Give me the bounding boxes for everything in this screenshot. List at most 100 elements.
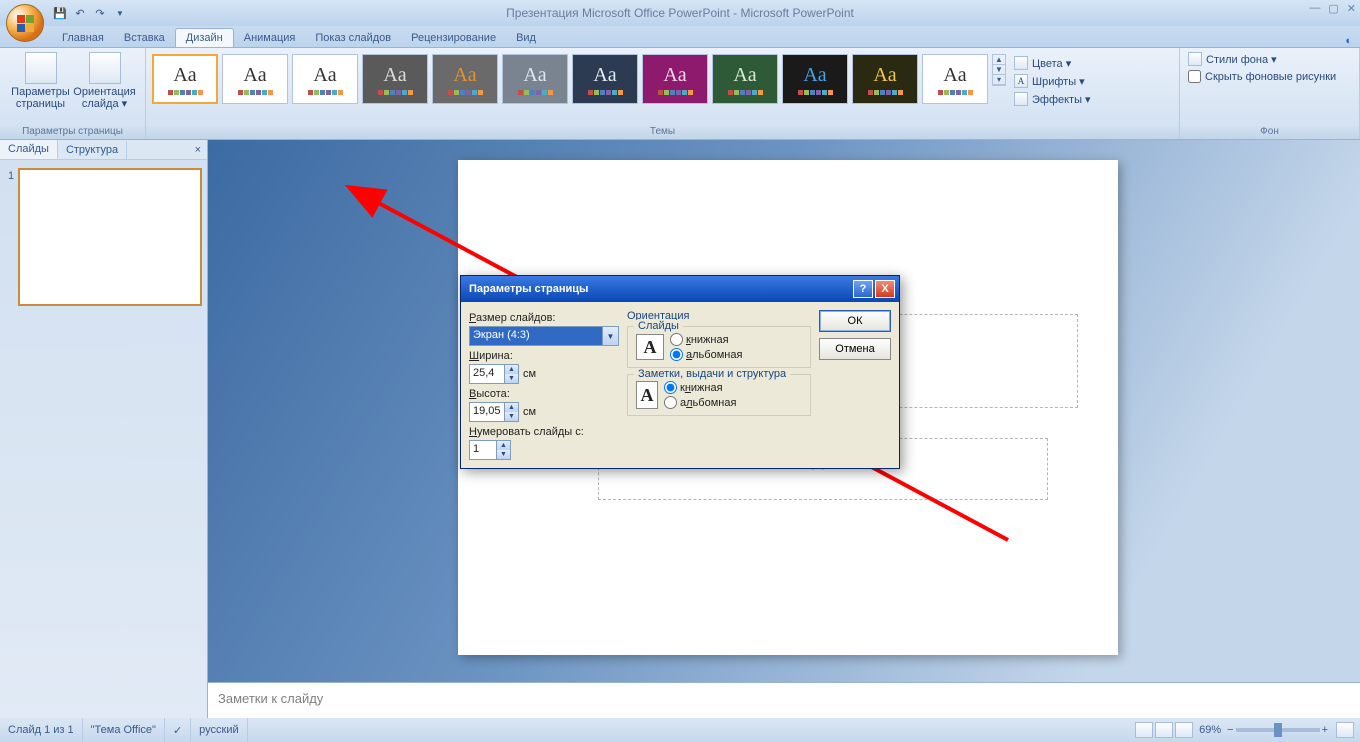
group-label-bg: Фон bbox=[1184, 126, 1355, 139]
close-button[interactable]: ✕ bbox=[1347, 2, 1356, 15]
theme-item[interactable]: Aa bbox=[362, 54, 428, 104]
group-label-themes: Темы bbox=[150, 126, 1175, 139]
tab-view[interactable]: Вид bbox=[506, 29, 546, 47]
theme-item[interactable]: Aa bbox=[572, 54, 638, 104]
effects-icon bbox=[1014, 92, 1028, 106]
ok-button[interactable]: ОК bbox=[819, 310, 891, 332]
hide-bg-check[interactable]: Скрыть фоновые рисунки bbox=[1184, 68, 1340, 85]
title-bar: 💾 ↶ ↷ ▼ Презентация Microsoft Office Pow… bbox=[0, 0, 1360, 26]
cancel-button[interactable]: Отмена bbox=[819, 338, 891, 360]
notes-text[interactable]: Заметки к слайду bbox=[208, 683, 1360, 714]
zoom-slider[interactable] bbox=[1236, 728, 1320, 732]
colors-icon bbox=[1014, 56, 1028, 70]
unit-label: см bbox=[523, 406, 536, 418]
dialog-help-button[interactable]: ? bbox=[853, 280, 873, 298]
gallery-up-icon[interactable]: ▲ bbox=[993, 55, 1005, 65]
theme-item[interactable]: Aa bbox=[222, 54, 288, 104]
radio-portrait-notes[interactable]: книжная bbox=[664, 381, 736, 394]
zoom-value[interactable]: 69% bbox=[1199, 724, 1221, 736]
view-sorter-button[interactable] bbox=[1155, 722, 1173, 738]
tab-review[interactable]: Рецензирование bbox=[401, 29, 506, 47]
spin-down-icon[interactable]: ▼ bbox=[505, 412, 518, 421]
zoom-thumb[interactable] bbox=[1274, 723, 1282, 737]
undo-icon[interactable]: ↶ bbox=[72, 5, 88, 21]
view-show-button[interactable] bbox=[1175, 722, 1193, 738]
theme-item[interactable]: Aa bbox=[922, 54, 988, 104]
theme-item[interactable]: Aa bbox=[852, 54, 918, 104]
help-icon[interactable]: ◐ bbox=[1345, 35, 1352, 47]
orientation-icon bbox=[89, 52, 121, 84]
width-label: Ширина: bbox=[469, 350, 619, 362]
slides-panel: Слайды Структура × 1 bbox=[0, 140, 208, 718]
spin-up-icon[interactable]: ▲ bbox=[505, 403, 518, 412]
zoom-out-button[interactable]: − bbox=[1227, 724, 1233, 736]
fonts-button[interactable]: AШрифты ▾ bbox=[1010, 72, 1095, 90]
status-language[interactable]: русский bbox=[191, 718, 247, 742]
bg-styles-button[interactable]: Стили фона ▾ bbox=[1184, 50, 1281, 68]
tab-insert[interactable]: Вставка bbox=[114, 29, 175, 47]
chevron-down-icon[interactable]: ▼ bbox=[602, 327, 618, 345]
radio-landscape-slides[interactable]: альбомная bbox=[670, 348, 742, 361]
office-button[interactable] bbox=[6, 4, 44, 42]
tab-animation[interactable]: Анимация bbox=[234, 29, 306, 47]
effects-button[interactable]: Эффекты ▾ bbox=[1010, 90, 1095, 108]
spellcheck-icon: ✓ bbox=[173, 724, 182, 737]
theme-item[interactable]: Aa bbox=[432, 54, 498, 104]
page-setup-dialog: Параметры страницы ? X Размер слайдов: Э… bbox=[460, 275, 900, 469]
panel-tab-outline[interactable]: Структура bbox=[58, 141, 127, 159]
bg-styles-icon bbox=[1188, 52, 1202, 66]
theme-item[interactable]: Aa bbox=[152, 54, 218, 104]
view-normal-button[interactable] bbox=[1135, 722, 1153, 738]
zoom-in-button[interactable]: + bbox=[1322, 724, 1328, 736]
tab-design[interactable]: Дизайн bbox=[175, 28, 234, 47]
tab-slideshow[interactable]: Показ слайдов bbox=[305, 29, 401, 47]
slide-size-combo[interactable]: Экран (4:3) ▼ bbox=[469, 326, 619, 346]
theme-item[interactable]: Aa bbox=[502, 54, 568, 104]
width-spin[interactable]: 25,4▲▼ bbox=[469, 364, 519, 384]
height-label: Высота: bbox=[469, 388, 619, 400]
gallery-down-icon[interactable]: ▼ bbox=[993, 65, 1005, 75]
group-background: Стили фона ▾ Скрыть фоновые рисунки Фон bbox=[1180, 48, 1360, 139]
page-setup-button[interactable]: Параметры страницы bbox=[9, 50, 73, 112]
dialog-titlebar[interactable]: Параметры страницы ? X bbox=[461, 276, 899, 302]
colors-button[interactable]: Цвета ▾ bbox=[1010, 54, 1095, 72]
group-label-page: Параметры страницы bbox=[4, 126, 141, 139]
thumb-number: 1 bbox=[8, 170, 14, 182]
redo-icon[interactable]: ↷ bbox=[92, 5, 108, 21]
number-from-spin[interactable]: 1▲▼ bbox=[469, 440, 511, 460]
notes-pane[interactable]: Заметки к слайду bbox=[208, 682, 1360, 718]
gallery-scroll[interactable]: ▲ ▼ ▾ bbox=[992, 54, 1006, 86]
height-spin[interactable]: 19,05▲▼ bbox=[469, 402, 519, 422]
status-spellcheck[interactable]: ✓ bbox=[165, 718, 191, 742]
theme-extras: Цвета ▾ AШрифты ▾ Эффекты ▾ bbox=[1008, 50, 1097, 112]
radio-portrait-slides[interactable]: книжная bbox=[670, 333, 742, 346]
tab-home[interactable]: Главная bbox=[52, 29, 114, 47]
radio-landscape-notes[interactable]: альбомная bbox=[664, 396, 736, 409]
spin-down-icon[interactable]: ▼ bbox=[505, 374, 518, 383]
panel-close-button[interactable]: × bbox=[189, 144, 207, 156]
dialog-close-button[interactable]: X bbox=[875, 280, 895, 298]
slide-thumbnail[interactable] bbox=[18, 168, 202, 306]
spin-up-icon[interactable]: ▲ bbox=[505, 365, 518, 374]
status-theme: "Тема Office" bbox=[83, 718, 165, 742]
legend-notes: Заметки, выдачи и структура bbox=[634, 368, 790, 380]
fit-window-button[interactable] bbox=[1336, 722, 1354, 738]
panel-tab-slides[interactable]: Слайды bbox=[0, 140, 58, 159]
minimize-button[interactable]: — bbox=[1309, 2, 1320, 15]
maximize-button[interactable]: ▢ bbox=[1328, 2, 1338, 15]
spin-up-icon[interactable]: ▲ bbox=[497, 441, 510, 450]
save-icon[interactable]: 💾 bbox=[52, 5, 68, 21]
notes-orientation-group: Заметки, выдачи и структура A книжная ал… bbox=[627, 374, 811, 416]
number-from-label: Нумеровать слайды с: bbox=[469, 426, 619, 438]
quick-access-toolbar: 💾 ↶ ↷ ▼ bbox=[52, 5, 128, 21]
theme-item[interactable]: Aa bbox=[782, 54, 848, 104]
theme-item[interactable]: Aa bbox=[292, 54, 358, 104]
group-page-setup: Параметры страницы Ориентация слайда ▾ П… bbox=[0, 48, 146, 139]
qat-more-icon[interactable]: ▼ bbox=[112, 5, 128, 21]
orientation-button[interactable]: Ориентация слайда ▾ bbox=[73, 50, 137, 112]
spin-down-icon[interactable]: ▼ bbox=[497, 450, 510, 459]
gallery-more-icon[interactable]: ▾ bbox=[993, 75, 1005, 85]
theme-item[interactable]: Aa bbox=[712, 54, 778, 104]
ribbon: Параметры страницы Ориентация слайда ▾ П… bbox=[0, 48, 1360, 140]
theme-item[interactable]: Aa bbox=[642, 54, 708, 104]
